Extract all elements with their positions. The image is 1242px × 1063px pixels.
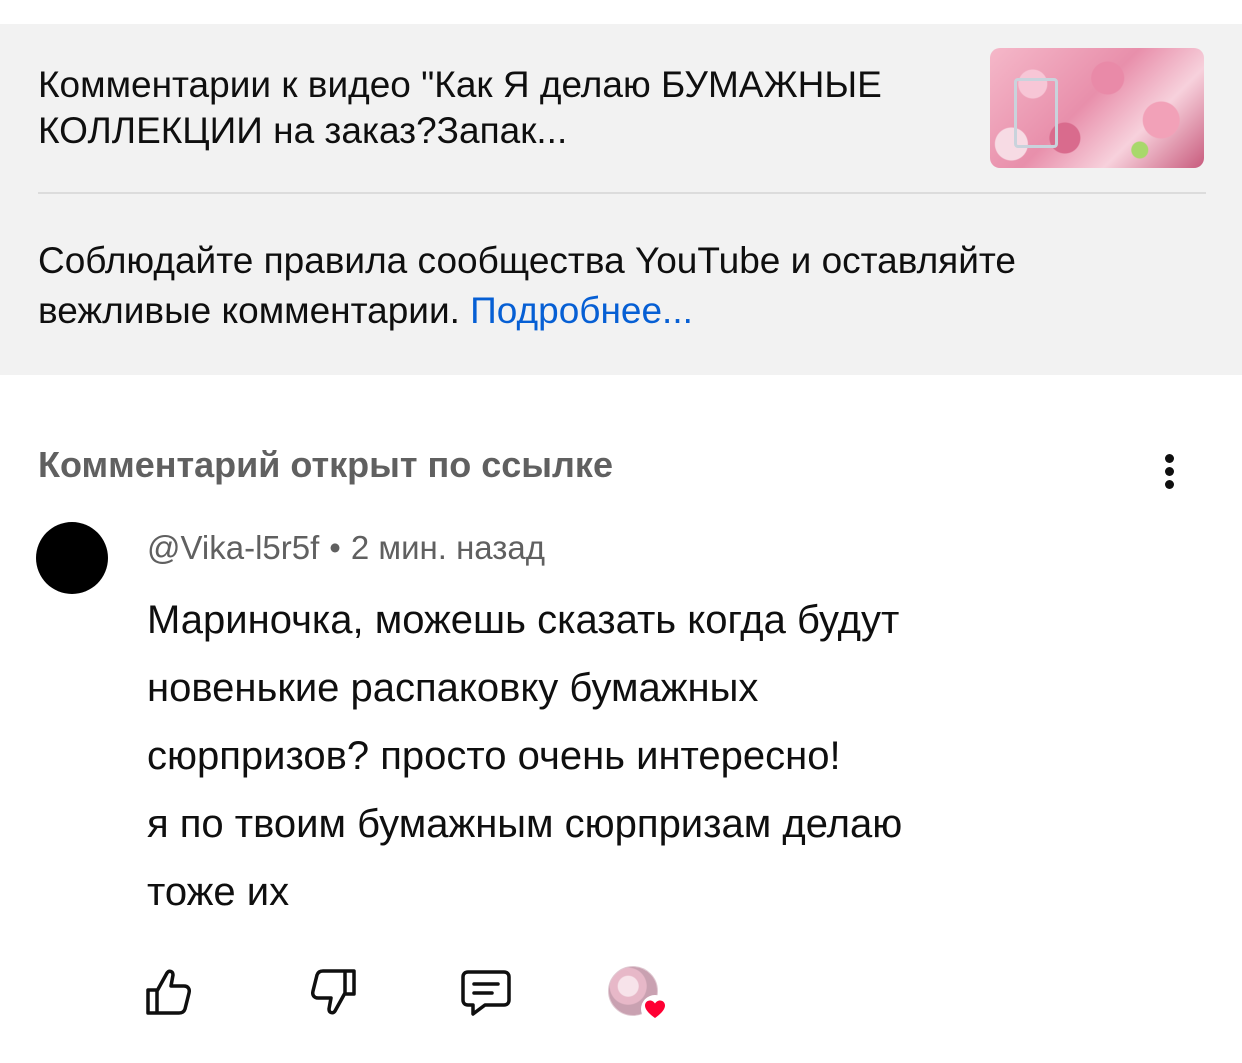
thumbs-up-icon xyxy=(146,969,191,1015)
comment-line: я по твоим бумажным сюрпризам делаю xyxy=(147,802,903,846)
learn-more-link[interactable]: Подробнее... xyxy=(470,290,693,331)
community-rules-notice: Соблюдайте правила сообщества YouTube и … xyxy=(38,236,1188,336)
thumbnail-frame xyxy=(1014,78,1058,148)
more-vertical-icon xyxy=(1165,454,1174,463)
comment-line: Мариночка, можешь сказать когда будут xyxy=(147,598,900,642)
dislike-button[interactable] xyxy=(306,964,362,1020)
comment-body: Мариночка, можешь сказать когда будут но… xyxy=(147,586,1147,926)
creator-heart-badge[interactable] xyxy=(608,966,672,1026)
video-thumbnail[interactable] xyxy=(990,48,1204,168)
comment-meta: @Vika-l5r5f • 2 мин. назад xyxy=(147,526,545,570)
reply-button[interactable] xyxy=(458,964,514,1020)
thumbs-down-icon xyxy=(311,969,356,1015)
more-vertical-icon-dot xyxy=(1165,480,1174,489)
like-button[interactable] xyxy=(140,964,196,1020)
header-divider xyxy=(38,192,1206,194)
author-avatar[interactable] xyxy=(36,522,108,594)
reply-icon xyxy=(461,970,511,1016)
heart-icon xyxy=(641,995,669,1023)
status-bar-area xyxy=(0,0,1242,24)
comment-line: тоже их xyxy=(147,870,290,914)
comment-time: 2 мин. назад xyxy=(350,529,546,566)
meta-separator: • xyxy=(329,529,341,566)
comment-line: новенькие распаковку бумажных xyxy=(147,666,759,710)
video-title[interactable]: Комментарии к видео "Как Я делаю БУМАЖНЫ… xyxy=(38,62,968,154)
more-options-button[interactable] xyxy=(1150,448,1190,494)
linked-comment-label: Комментарий открыт по ссылке xyxy=(38,444,613,485)
comment-line: сюрпризов? просто очень интересно! xyxy=(147,734,841,778)
more-vertical-icon-dot xyxy=(1165,467,1174,476)
comment-author[interactable]: @Vika-l5r5f xyxy=(147,529,319,566)
